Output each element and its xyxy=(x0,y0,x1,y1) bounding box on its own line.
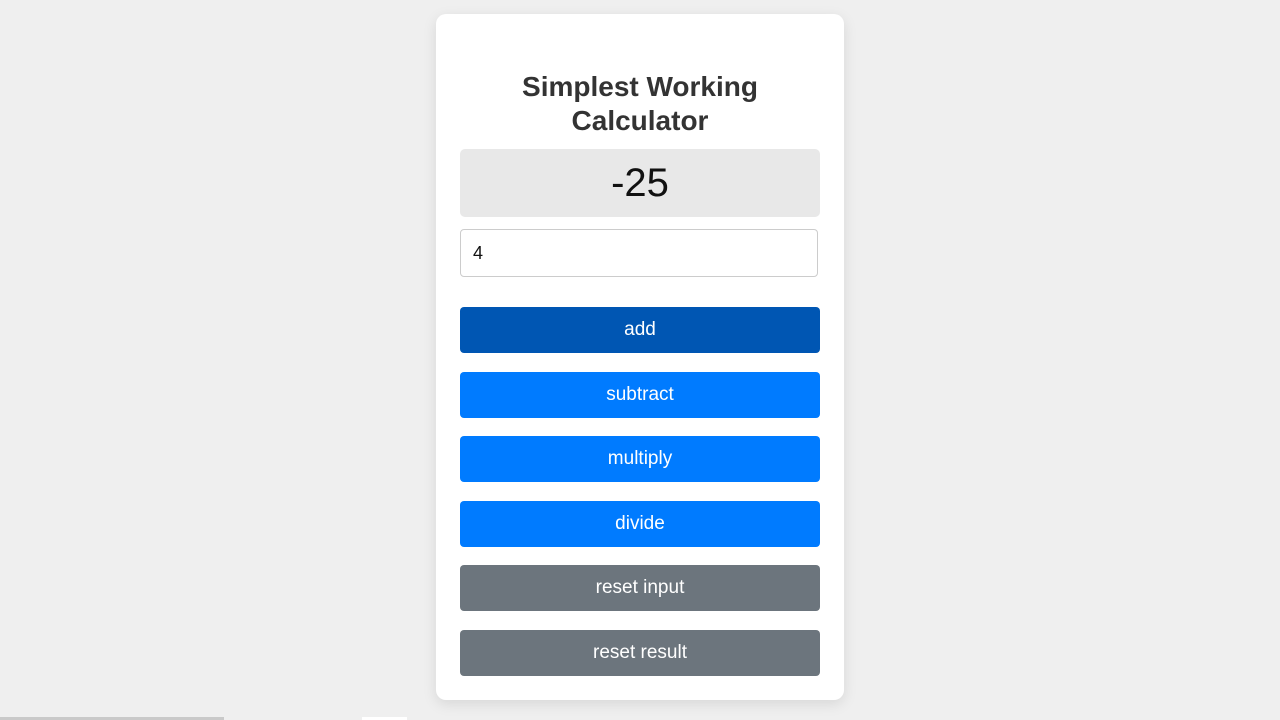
title-line-1: Simplest Working xyxy=(522,71,758,102)
number-input[interactable] xyxy=(460,229,818,277)
result-display: -25 xyxy=(460,149,820,217)
multiply-button[interactable]: multiply xyxy=(460,436,820,482)
reset-input-button[interactable]: reset input xyxy=(460,565,820,611)
add-button[interactable]: add xyxy=(460,307,820,353)
reset-result-button[interactable]: reset result xyxy=(460,630,820,676)
title-line-2: Calculator xyxy=(571,105,709,136)
calculator-card: Simplest Working Calculator -25 add subt… xyxy=(436,14,844,700)
page-title: Simplest Working Calculator xyxy=(436,70,844,138)
divide-button[interactable]: divide xyxy=(460,501,820,547)
subtract-button[interactable]: subtract xyxy=(460,372,820,418)
